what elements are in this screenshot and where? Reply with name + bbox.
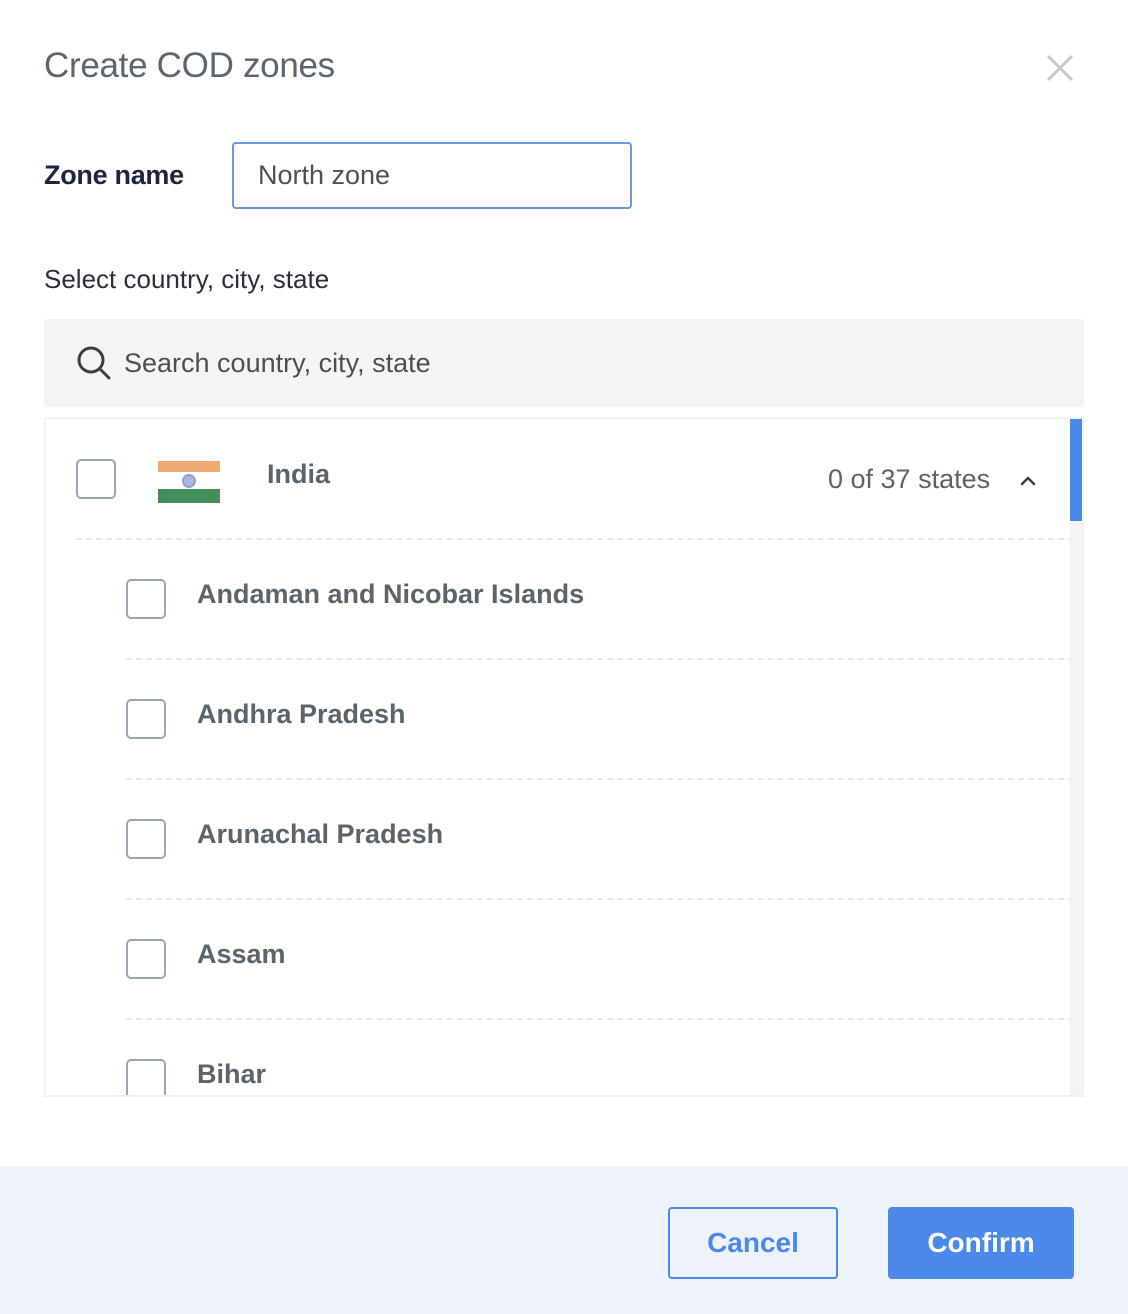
country-name: India (267, 459, 331, 489)
location-search (44, 319, 1084, 407)
zone-name-input[interactable] (232, 142, 632, 209)
state-checkbox[interactable] (126, 579, 166, 619)
india-flag-icon (158, 461, 220, 503)
zone-name-label: Zone name (44, 160, 184, 190)
country-row-india: India 0 of 37 states (46, 419, 1074, 539)
state-checkbox[interactable] (126, 939, 166, 979)
select-location-label: Select country, city, state (44, 264, 330, 294)
cancel-button[interactable]: Cancel (668, 1207, 838, 1279)
state-name: Assam (197, 939, 286, 969)
state-name: Andhra Pradesh (197, 699, 406, 729)
state-name: Arunachal Pradesh (197, 819, 444, 849)
states-count: 0 of 37 states (828, 464, 991, 494)
dialog-footer: Cancel Confirm (0, 1166, 1128, 1314)
state-checkbox[interactable] (126, 699, 166, 739)
state-checkbox[interactable] (126, 819, 166, 859)
state-checkbox[interactable] (126, 1059, 166, 1095)
chevron-up-icon[interactable] (1014, 469, 1042, 493)
dialog-title: Create COD zones (44, 46, 335, 85)
state-row: Andaman and Nicobar Islands (46, 539, 1074, 659)
state-row: Bihar (46, 1019, 1074, 1095)
location-list: India 0 of 37 states Andaman and Nicobar… (44, 417, 1084, 1097)
create-cod-zones-dialog: Create COD zones Zone name Select countr… (0, 0, 1128, 1314)
search-icon (77, 346, 111, 380)
close-button[interactable] (1040, 48, 1080, 88)
country-checkbox[interactable] (76, 459, 116, 499)
state-name: Bihar (197, 1059, 267, 1089)
close-icon (1046, 54, 1074, 82)
state-name: Andaman and Nicobar Islands (197, 579, 585, 609)
search-input[interactable] (124, 319, 1064, 407)
state-row: Assam (46, 899, 1074, 1019)
state-row: Arunachal Pradesh (46, 779, 1074, 899)
confirm-button[interactable]: Confirm (888, 1207, 1074, 1279)
state-row: Andhra Pradesh (46, 659, 1074, 779)
scrollbar-thumb[interactable] (1070, 419, 1082, 521)
